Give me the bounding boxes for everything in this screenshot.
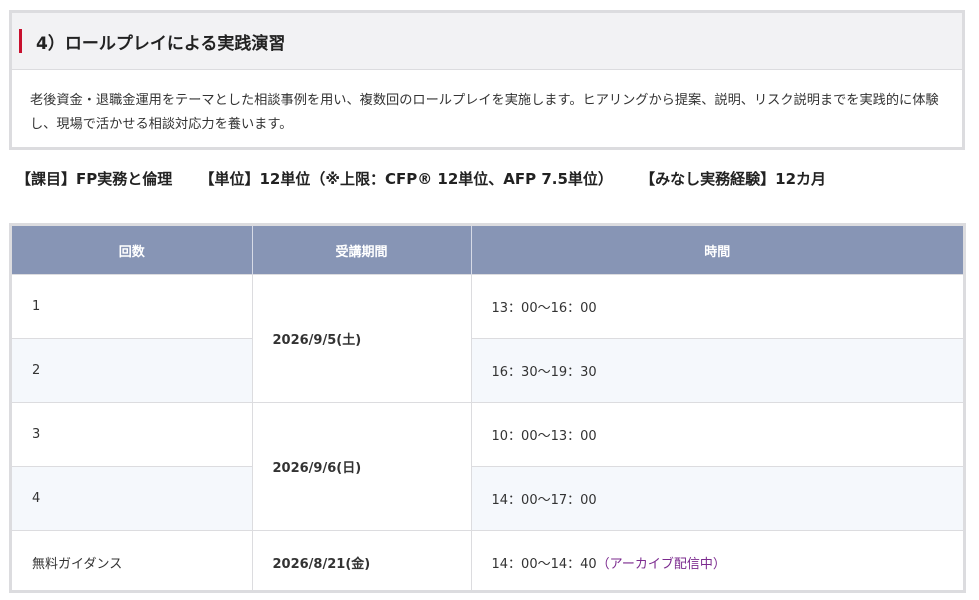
row-time: 10：00〜13：00 xyxy=(471,402,963,467)
row-time: 14：00〜17：00 xyxy=(471,466,963,531)
course-summary: 【課目】FP実務と倫理 【単位】12単位（※上限：CFP® 12単位、AFP 7… xyxy=(16,168,956,189)
summary-subject: 【課目】FP実務と倫理 xyxy=(16,170,173,188)
row-number: 4 xyxy=(12,466,253,531)
row-number: 2 xyxy=(12,338,253,403)
section-header: 4）ロールプレイによる実践演習 xyxy=(12,13,962,70)
schedule-table-wrapper: 回数 受講期間 時間 1 2026/9/5(土) 13：00〜16：00 2 1… xyxy=(9,223,966,593)
row-date: 2026/9/5(土) xyxy=(252,274,472,403)
table-row: 無料ガイダンス 2026/8/21(金) 14：00〜14：40（アーカイブ配信… xyxy=(12,530,963,590)
table-row: 1 2026/9/5(土) 13：00〜16：00 xyxy=(12,274,963,403)
row-time: 13：00〜16：00 xyxy=(471,274,963,339)
header-period: 受講期間 xyxy=(252,226,472,275)
header-count: 回数 xyxy=(12,226,253,275)
accent-bar xyxy=(19,29,22,53)
row-time: 16：30〜19：30 xyxy=(471,338,963,403)
table-row: 2 16：30〜19：30 xyxy=(12,338,963,403)
summary-experience: 【みなし実務経験】12カ月 xyxy=(640,170,827,188)
section-description: 老後資金・退職金運用をテーマとした相談事例を用い、複数回のロールプレイを実施しま… xyxy=(30,93,939,132)
table-header-row: 回数 受講期間 時間 xyxy=(12,226,963,275)
row-time-cell: 14：00〜14：40（アーカイブ配信中） xyxy=(471,530,963,590)
section-title: 4）ロールプレイによる実践演習 xyxy=(36,33,286,54)
row-number: 1 xyxy=(12,274,253,339)
row-number: 無料ガイダンス xyxy=(12,530,253,590)
table-row: 4 14：00〜17：00 xyxy=(12,466,963,531)
row-date: 2026/8/21(金) xyxy=(252,530,472,590)
table-row: 3 2026/9/6(日) 10：00〜13：00 xyxy=(12,402,963,531)
header-time: 時間 xyxy=(471,226,963,275)
schedule-table: 回数 受講期間 時間 1 2026/9/5(土) 13：00〜16：00 2 1… xyxy=(12,226,963,590)
row-date: 2026/9/6(日) xyxy=(252,402,472,531)
archive-link[interactable]: （アーカイブ配信中） xyxy=(597,557,726,572)
section-box: 4）ロールプレイによる実践演習 老後資金・退職金運用をテーマとした相談事例を用い… xyxy=(9,10,965,150)
row-number: 3 xyxy=(12,402,253,467)
row-time: 14：00〜14：40 xyxy=(491,557,597,572)
summary-credits: 【単位】12単位（※上限：CFP® 12単位、AFP 7.5単位） xyxy=(199,170,613,188)
